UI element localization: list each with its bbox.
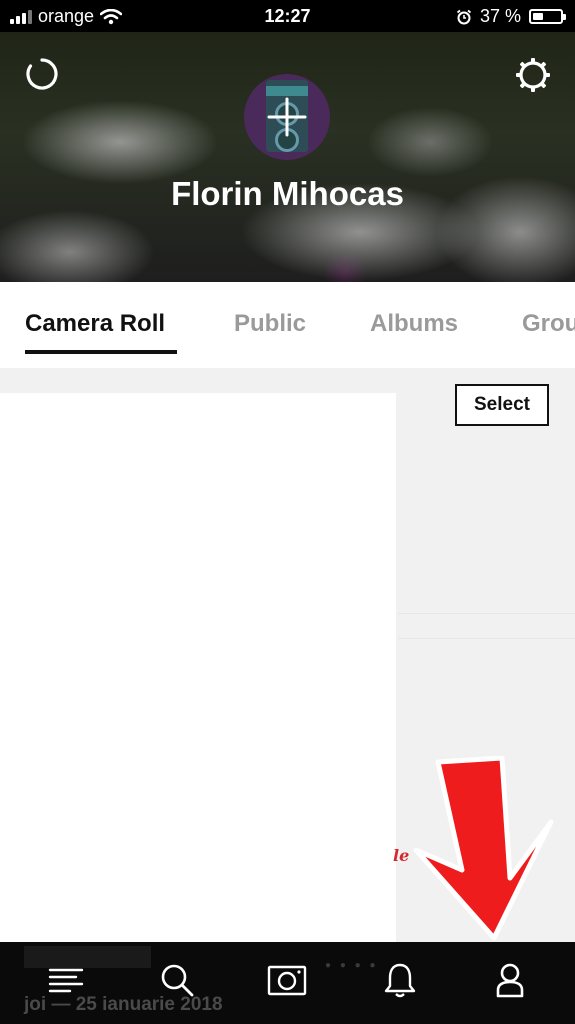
underlying-thumbnail	[24, 946, 151, 968]
divider	[398, 638, 575, 639]
active-tab-indicator	[25, 350, 177, 354]
notifications-icon[interactable]	[380, 960, 420, 1000]
tab-albums[interactable]: Albums	[370, 310, 458, 338]
profile-header: Florin Mihocas	[0, 32, 575, 282]
red-arrow-annotation	[413, 756, 554, 941]
battery-text: 37 %	[479, 6, 521, 26]
tab-public[interactable]: Public	[234, 310, 306, 338]
profile-name: Florin Mihocas	[171, 175, 404, 212]
status-bar: orange 12:27 37 %	[0, 0, 575, 32]
camera-icon[interactable]	[267, 960, 307, 1000]
search-icon[interactable]	[157, 960, 197, 1000]
camera-roll-content: Select le	[0, 368, 575, 942]
alarm-icon	[456, 9, 472, 24]
divider	[398, 613, 575, 614]
battery-icon	[529, 9, 566, 24]
feed-icon[interactable]	[46, 960, 86, 1000]
add-avatar-icon	[267, 97, 307, 137]
avatar[interactable]	[244, 74, 330, 160]
tab-groups[interactable]: Grou	[522, 310, 575, 338]
profile-icon[interactable]	[490, 960, 530, 1000]
tab-camera-roll[interactable]: Camera Roll	[25, 310, 165, 338]
status-right: 37 %	[456, 6, 566, 27]
overlay-script-text: le	[393, 846, 410, 865]
photo-loading-panel	[0, 393, 396, 942]
tabs-bar: Camera Roll Public Albums Grou	[0, 282, 575, 368]
bottom-nav: ● ● ● ● joi — 25 ianuarie 2018	[0, 942, 575, 1024]
refresh-icon[interactable]	[25, 57, 59, 91]
underlying-dots: ● ● ● ●	[325, 960, 379, 971]
settings-icon[interactable]	[515, 57, 551, 93]
select-button[interactable]: Select	[455, 384, 549, 426]
